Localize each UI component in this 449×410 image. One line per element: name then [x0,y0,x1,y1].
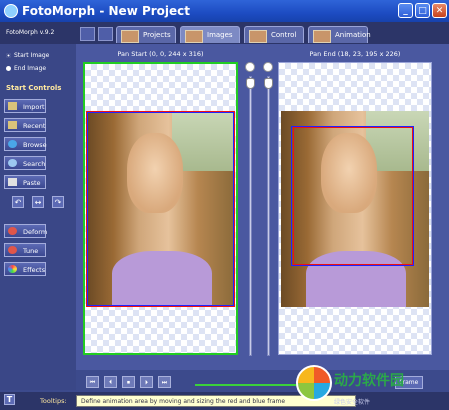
pan-start-label: Pan Start (0, 0, 244 x 316) [117,50,204,58]
tab-label: Animation [335,31,371,39]
stop-button[interactable]: ⏹ [122,376,135,388]
projects-thumb-icon [121,30,139,43]
search-button[interactable]: Search [4,156,46,170]
radio-end-image[interactable]: End Image [6,65,46,72]
app-logo-icon [4,4,18,18]
button-label: Import [23,103,45,111]
rotate-right-icon[interactable]: ↷ [52,196,64,208]
effects-icon [8,265,17,273]
watermark-logo [296,365,332,401]
recent-button[interactable]: Recent [4,118,46,132]
button-label: Recent [23,122,46,130]
pan-start-panel[interactable] [83,62,238,355]
timeline-slider[interactable] [195,384,300,386]
browse-button[interactable]: Browse [4,137,47,151]
tab-images[interactable]: Images [180,26,240,43]
watermark-subtext: 绿色安全软件 [334,399,371,406]
browse-icon [8,140,17,148]
tab-control[interactable]: Control [244,26,304,43]
pan-end-label: Pan End (18, 23, 195 x 226) [309,50,401,58]
red-frame[interactable] [293,127,413,265]
radio-label: Start Image [14,52,50,59]
tooltip-toggle-icon[interactable]: T [4,394,15,405]
deform-icon [8,227,17,235]
pan-end-panel[interactable] [278,62,432,355]
tab-animation[interactable]: Animation [308,26,371,43]
tab-label: Images [207,31,233,39]
zoom-icon[interactable] [263,62,273,72]
paste-button[interactable]: Paste [4,175,46,189]
slider-knob-right[interactable] [264,78,273,89]
tune-button[interactable]: Tune [4,243,46,257]
zoom-icon[interactable] [245,62,255,72]
tab-projects[interactable]: Projects [116,26,176,43]
tab-label: Control [271,31,297,39]
last-frame-button[interactable]: ⏭ [158,376,171,388]
slider-track-right[interactable] [267,76,270,356]
flip-icon[interactable]: ↔ [32,196,44,208]
maximize-button[interactable]: □ [415,3,430,18]
blue-frame[interactable] [87,112,234,306]
button-label: Paste [23,179,41,187]
flag-icon[interactable] [80,27,95,41]
control-thumb-icon [249,30,267,43]
search-icon [8,159,17,167]
import-icon [8,102,17,110]
slider-knob-left[interactable] [246,78,255,89]
minimize-button[interactable]: _ [398,3,413,18]
button-label: Browse [23,141,47,149]
help-icon[interactable] [98,27,113,41]
button-label: Search [23,160,46,168]
play-button[interactable]: ⏵ [140,376,153,388]
deform-button[interactable]: Deform [4,224,48,238]
rotate-left-icon[interactable]: ↶ [12,196,24,208]
tune-icon [8,246,17,254]
button-label: Tune [23,247,39,255]
sidebar [0,44,76,390]
import-button[interactable]: Import [4,99,46,113]
recent-icon [8,121,17,129]
tab-label: Projects [143,31,171,39]
watermark-text: 动力软件园 [334,373,404,389]
paste-icon [8,178,17,186]
effects-button[interactable]: Effects [4,262,46,276]
slider-track-left[interactable] [249,76,252,356]
button-label: Effects [23,266,46,274]
window-title: FotoMorph - New Project [22,4,191,18]
radio-label: End Image [14,65,47,72]
section-title: Start Controls [6,84,62,92]
animation-thumb-icon [313,30,331,43]
previous-frame-button[interactable]: ⏴ [104,376,117,388]
radio-unselected-icon [6,66,11,71]
images-thumb-icon [185,30,203,43]
radio-start-image[interactable]: Start Image [6,52,49,59]
first-frame-button[interactable]: ⏮ [86,376,99,388]
close-button[interactable]: ✕ [432,3,447,18]
version-label: FotoMorph v.9.2 [6,29,55,36]
button-label: Deform [23,228,48,236]
tooltips-label: Tooltips: [40,397,67,405]
radio-selected-icon [6,53,11,58]
